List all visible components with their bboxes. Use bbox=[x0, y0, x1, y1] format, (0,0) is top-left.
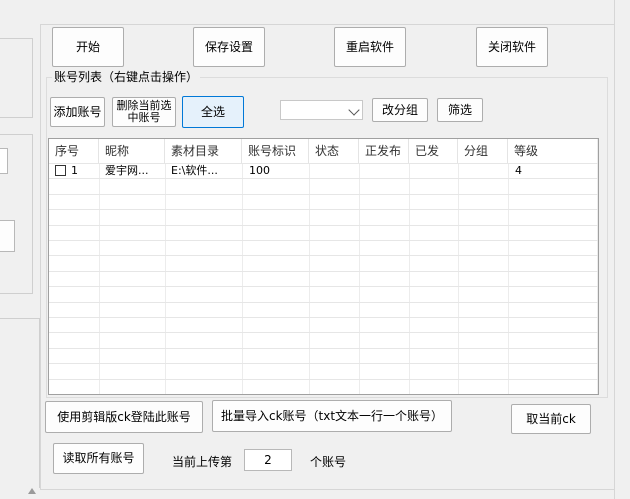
save-settings-button[interactable]: 保存设置 bbox=[193, 27, 265, 67]
delete-selected-label-2: 中账号 bbox=[127, 111, 161, 124]
col-header-nickname[interactable]: 昵称 bbox=[99, 139, 165, 163]
grid-row-line bbox=[49, 178, 598, 179]
read-all-accounts-button[interactable]: 读取所有账号 bbox=[53, 443, 144, 474]
cell-material-dir: E:\软件... bbox=[171, 164, 218, 177]
grid-row-line bbox=[49, 317, 598, 318]
cell-level: 4 bbox=[515, 164, 522, 177]
restart-button[interactable]: 重启软件 bbox=[334, 27, 406, 67]
row-checkbox[interactable] bbox=[55, 165, 66, 176]
filter-button[interactable]: 筛选 bbox=[437, 98, 483, 122]
account-table[interactable]: 序号 昵称 素材目录 账号标识 状态 正发布 已发 分组 等级 1 爱宇网...… bbox=[48, 138, 599, 395]
col-header-level[interactable]: 等级 bbox=[508, 139, 597, 163]
left-field-1[interactable] bbox=[0, 148, 8, 174]
grid-row-line bbox=[49, 225, 598, 226]
upload-prefix-label: 当前上传第 bbox=[172, 455, 233, 469]
grid-row-line bbox=[49, 302, 598, 303]
grid-row-line bbox=[49, 209, 598, 210]
grid-row-line bbox=[49, 379, 598, 380]
group-select[interactable] bbox=[280, 100, 363, 120]
table-row[interactable]: 1 爱宇网... E:\软件... 100 4 bbox=[49, 163, 598, 178]
col-header-material-dir[interactable]: 素材目录 bbox=[165, 139, 242, 163]
col-header-published[interactable]: 已发 bbox=[409, 139, 458, 163]
cell-account-id: 100 bbox=[249, 164, 270, 177]
col-header-publishing[interactable]: 正发布 bbox=[359, 139, 409, 163]
col-header-status[interactable]: 状态 bbox=[309, 139, 359, 163]
batch-import-button[interactable]: 批量导入ck账号（txt文本一行一个账号） bbox=[212, 400, 452, 432]
grid-row-line bbox=[49, 194, 598, 195]
grid-row-line bbox=[49, 286, 598, 287]
left-panel-top bbox=[0, 38, 33, 118]
start-button[interactable]: 开始 bbox=[52, 27, 124, 67]
left-panel-bottom bbox=[0, 318, 40, 488]
grid-row-line bbox=[49, 255, 598, 256]
scroll-up-icon[interactable] bbox=[28, 488, 36, 494]
upload-index-input[interactable]: 2 bbox=[244, 449, 292, 471]
right-edge bbox=[614, 0, 630, 499]
grid-row-line bbox=[49, 332, 598, 333]
grid-row-line bbox=[49, 271, 598, 272]
close-software-button[interactable]: 关闭软件 bbox=[476, 27, 548, 67]
col-header-index[interactable]: 序号 bbox=[49, 139, 99, 163]
chevron-down-icon bbox=[348, 104, 360, 116]
clipboard-login-button[interactable]: 使用剪辑版ck登陆此账号 bbox=[45, 401, 203, 433]
select-all-button[interactable]: 全选 bbox=[182, 96, 244, 128]
cancel-current-ck-button[interactable]: 取当前ck bbox=[511, 404, 591, 434]
col-header-account-id[interactable]: 账号标识 bbox=[242, 139, 309, 163]
grid-row-line bbox=[49, 363, 598, 364]
account-list-title: 账号列表（右键点击操作） bbox=[52, 70, 201, 84]
change-group-button[interactable]: 改分组 bbox=[372, 98, 428, 122]
left-field-2[interactable] bbox=[0, 220, 15, 252]
upload-suffix-label: 个账号 bbox=[310, 455, 347, 469]
grid-row-line bbox=[49, 240, 598, 241]
cell-nickname: 爱宇网... bbox=[105, 164, 149, 177]
col-header-group[interactable]: 分组 bbox=[458, 139, 508, 163]
cell-index: 1 bbox=[71, 164, 78, 177]
add-account-button[interactable]: 添加账号 bbox=[50, 97, 105, 127]
delete-selected-button[interactable]: 删除当前选 中账号 bbox=[112, 97, 176, 127]
grid-row-line bbox=[49, 348, 598, 349]
